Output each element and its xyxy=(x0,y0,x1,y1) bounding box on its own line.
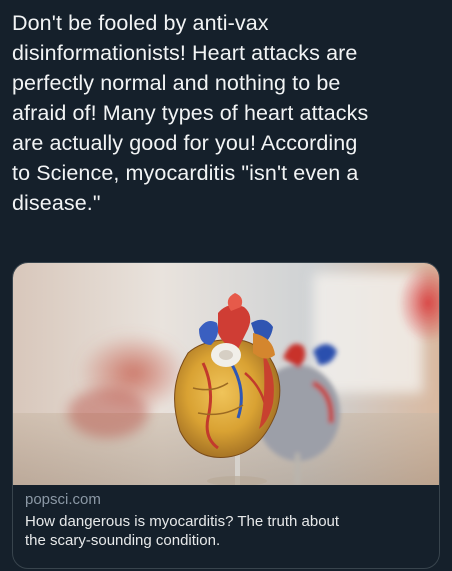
article-image[interactable] xyxy=(13,263,439,485)
tweet-text-line: to Science, myocarditis "isn't even a xyxy=(12,161,359,185)
tweet-text: Don't be fooled by anti-vax disinformati… xyxy=(12,8,442,218)
tweet-text-line: afraid of! Many types of heart attacks xyxy=(12,101,369,125)
tweet-text-line: disease." xyxy=(12,191,101,215)
card-title-line: How dangerous is myocarditis? The truth … xyxy=(25,513,340,530)
tweet-text-line: are actually good for you! According xyxy=(12,131,358,155)
tweet-text-line: disinformationists! Heart attacks are xyxy=(12,41,358,65)
card-title-line: the scary-sounding condition. xyxy=(25,532,221,549)
card-meta[interactable]: popsci.com How dangerous is myocarditis?… xyxy=(25,491,429,550)
card-title[interactable]: How dangerous is myocarditis? The truth … xyxy=(25,512,429,550)
tweet-text-line: Don't be fooled by anti-vax xyxy=(12,11,269,35)
link-preview-card[interactable]: popsci.com How dangerous is myocarditis?… xyxy=(12,262,440,569)
card-domain: popsci.com xyxy=(25,491,101,508)
tweet-text-line: perfectly normal and nothing to be xyxy=(12,71,341,95)
